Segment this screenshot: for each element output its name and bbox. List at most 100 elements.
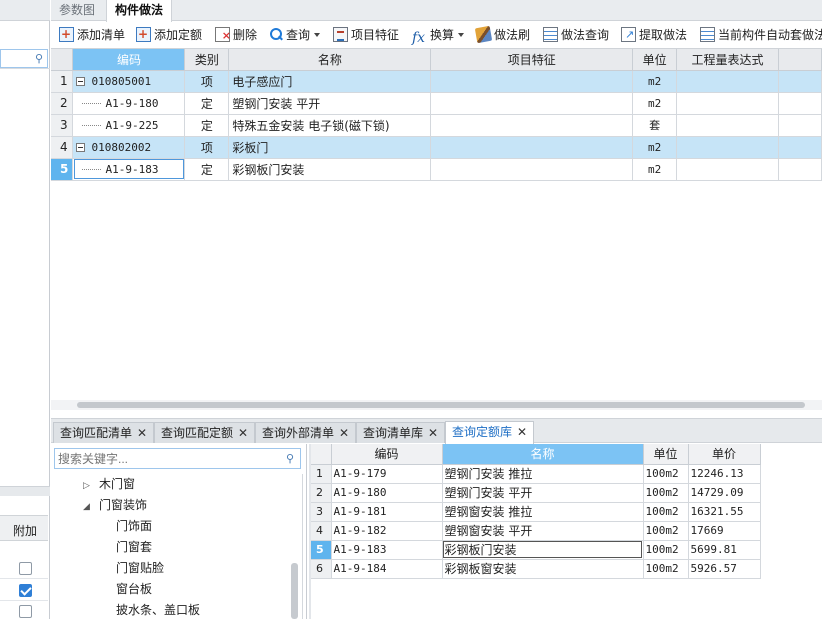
close-icon[interactable]: ✕ <box>517 425 527 439</box>
cell-type[interactable]: 项 <box>184 70 230 93</box>
cell-expression[interactable] <box>676 92 779 115</box>
cell-code[interactable]: A1-9-183 <box>331 540 443 560</box>
row-number[interactable]: 5 <box>311 540 332 560</box>
tree-node-door-window-trim[interactable]: 门窗贴脸 <box>116 559 164 576</box>
cell-name[interactable]: 塑钢门安装 推拉 <box>442 464 644 484</box>
cell-feature[interactable] <box>430 158 634 181</box>
table-row[interactable]: 2 A1-9-180 塑钢门安装 平开 100m2 14729.09 <box>311 483 761 503</box>
cell-unit[interactable]: 100m2 <box>643 483 689 503</box>
row-number[interactable]: 5 <box>51 158 74 181</box>
tree-node-door-window-decoration[interactable]: ◢ 门窗装饰 <box>83 496 147 513</box>
cell-unit[interactable]: 100m2 <box>643 559 689 579</box>
table-row[interactable]: 6 A1-9-184 彩钢板窗安装 100m2 5926.57 <box>311 559 761 579</box>
cell-unit[interactable]: m2 <box>632 158 678 181</box>
delete-button[interactable]: 删除 <box>215 26 257 45</box>
tab-component-method[interactable]: 构件做法 <box>106 0 173 22</box>
cell-name[interactable]: 彩板门 <box>228 136 432 159</box>
tab-query-quota-library[interactable]: 查询定额库 ✕ <box>445 421 535 444</box>
cell-price[interactable]: 14729.09 <box>688 483 761 503</box>
cell-price[interactable]: 16321.55 <box>688 502 761 522</box>
row-number[interactable]: 2 <box>311 483 332 503</box>
cell-unit[interactable]: m2 <box>632 136 678 159</box>
row-number[interactable]: 1 <box>51 70 74 93</box>
column-header-code[interactable]: 编码 <box>72 49 186 71</box>
cell-feature[interactable] <box>430 136 634 159</box>
tab-query-matched-quota[interactable]: 查询匹配定额 ✕ <box>154 422 256 443</box>
expand-arrow-icon[interactable]: ▷ <box>83 481 93 491</box>
cell-code[interactable]: A1-9-183 <box>72 158 186 181</box>
cell-type[interactable]: 定 <box>184 92 230 115</box>
table-row[interactable]: 1 010805001 项 电子感应门 m2 <box>51 70 822 93</box>
left-splitter[interactable] <box>0 486 50 496</box>
cell-feature[interactable] <box>430 70 634 93</box>
cell-code[interactable]: A1-9-184 <box>331 559 443 579</box>
method-query-button[interactable]: 做法查询 <box>543 26 609 44</box>
cell-price[interactable]: 12246.13 <box>688 464 761 484</box>
row-number[interactable]: 2 <box>51 92 74 115</box>
cell-type[interactable]: 项 <box>184 136 230 159</box>
cell-code[interactable]: A1-9-180 <box>72 92 186 115</box>
close-icon[interactable]: ✕ <box>137 426 147 440</box>
tab-query-external-list[interactable]: 查询外部清单 ✕ <box>255 422 357 443</box>
cell-name[interactable]: 塑钢门安装 平开 <box>442 483 644 503</box>
row-number[interactable]: 6 <box>311 559 332 579</box>
cell-price[interactable]: 5926.57 <box>688 559 761 579</box>
cell-unit[interactable]: 100m2 <box>643 464 689 484</box>
cell-expression[interactable] <box>676 136 779 159</box>
cell-name[interactable]: 彩钢板窗安装 <box>442 559 644 579</box>
table-row[interactable]: 1 A1-9-179 塑钢门安装 推拉 100m2 12246.13 <box>311 464 761 484</box>
tree-node-drip-strip[interactable]: 披水条、盖口板 <box>116 601 200 618</box>
cell-name[interactable]: 彩钢板门安装 <box>442 540 644 560</box>
column-header-unit[interactable]: 单位 <box>643 444 689 465</box>
cell-type[interactable]: 定 <box>184 114 230 137</box>
add-quota-button[interactable]: 添加定额 <box>136 25 202 44</box>
table-row[interactable]: 4 010802002 项 彩板门 m2 <box>51 136 822 159</box>
collapse-icon[interactable] <box>76 142 86 152</box>
method-brush-button[interactable]: 做法刷 <box>474 25 530 44</box>
cell-unit[interactable]: 100m2 <box>643 540 689 560</box>
cell-feature[interactable] <box>430 92 634 115</box>
table-row[interactable]: 2 A1-9-180 定 塑钢门安装 平开 m2 <box>51 92 822 115</box>
horizontal-scrollbar[interactable] <box>51 400 822 410</box>
collapse-icon[interactable] <box>76 76 86 86</box>
row-number[interactable]: 3 <box>51 114 74 137</box>
add-list-button[interactable]: 添加清单 <box>59 25 125 44</box>
convert-button[interactable]: fx 换算 <box>412 26 465 46</box>
attach-checkbox[interactable] <box>19 562 32 575</box>
search-icon[interactable]: ⚲ <box>286 452 294 465</box>
cell-unit[interactable]: 套 <box>632 114 678 137</box>
column-header-price[interactable]: 单价 <box>688 444 761 465</box>
tree-node-wood-doors-windows[interactable]: ▷ 木门窗 <box>83 475 135 492</box>
tab-query-matched-list[interactable]: 查询匹配清单 ✕ <box>53 422 155 443</box>
cell-expression[interactable] <box>676 158 779 181</box>
column-header-name[interactable]: 名称 <box>228 49 432 71</box>
table-row[interactable]: 3 A1-9-181 塑钢窗安装 推拉 100m2 16321.55 <box>311 502 761 522</box>
cell-name[interactable]: 塑钢窗安装 推拉 <box>442 502 644 522</box>
query-button[interactable]: 查询 <box>268 26 321 44</box>
column-header-expression[interactable]: 工程量表达式 <box>676 49 779 71</box>
cell-name[interactable]: 塑钢门安装 平开 <box>228 92 432 115</box>
search-icon[interactable]: ⚲ <box>35 52 43 65</box>
item-feature-button[interactable]: 项目特征 <box>333 26 399 44</box>
tab-query-list-library[interactable]: 查询清单库 ✕ <box>356 422 446 443</box>
column-header-name[interactable]: 名称 <box>442 444 644 465</box>
cell-code[interactable]: A1-9-182 <box>331 521 443 541</box>
row-number[interactable]: 1 <box>311 464 332 484</box>
tree-search-input[interactable] <box>55 449 275 468</box>
cell-unit[interactable]: m2 <box>632 92 678 115</box>
tree-search-box[interactable]: ⚲ <box>54 448 301 469</box>
table-row-current[interactable]: 5 A1-9-183 定 彩钢板门安装 m2 <box>51 158 822 181</box>
cell-name[interactable]: 电子感应门 <box>228 70 432 93</box>
cell-expression[interactable] <box>676 70 779 93</box>
cell-unit[interactable]: 100m2 <box>643 521 689 541</box>
cell-code[interactable]: 010802002 <box>72 136 186 159</box>
tree-node-window-sill[interactable]: 窗台板 <box>116 580 152 597</box>
cell-price[interactable]: 17669 <box>688 521 761 541</box>
cell-price[interactable]: 5699.81 <box>688 540 761 560</box>
cell-code[interactable]: A1-9-180 <box>331 483 443 503</box>
cell-code[interactable]: A1-9-179 <box>331 464 443 484</box>
attach-checkbox-checked[interactable] <box>19 584 32 597</box>
collapse-arrow-icon[interactable]: ◢ <box>83 502 93 512</box>
cell-code[interactable]: 010805001 <box>72 70 186 93</box>
cell-type[interactable]: 定 <box>184 158 230 181</box>
